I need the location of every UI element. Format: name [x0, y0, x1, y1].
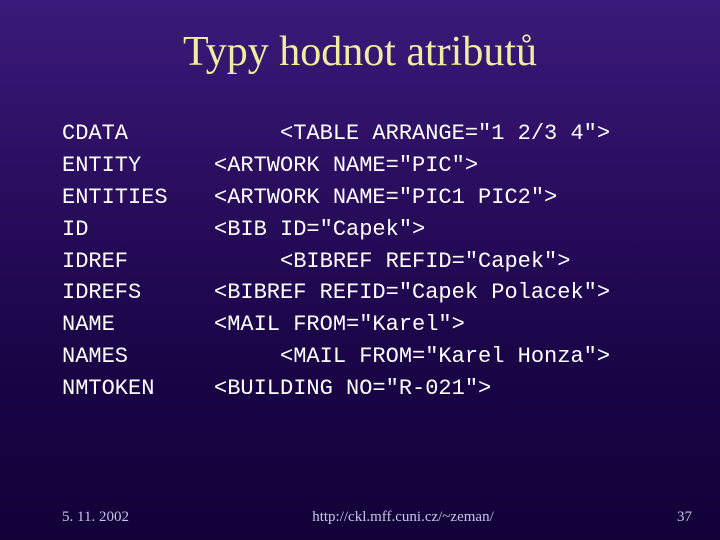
example-text: <BIBREF REFID="Capek Polacek"> [214, 277, 610, 309]
table-row: CDATA <TABLE ARRANGE="1 2/3 4"> [62, 118, 680, 150]
table-row: ENTITY <ARTWORK NAME="PIC"> [62, 150, 680, 182]
term-label: NMTOKEN [62, 373, 214, 405]
table-row: ENTITIES <ARTWORK NAME="PIC1 PIC2"> [62, 182, 680, 214]
example-text: <BUILDING NO="R-021"> [214, 373, 491, 405]
example-text: <ARTWORK NAME="PIC"> [214, 150, 478, 182]
footer: 5. 11. 2002 http://ckl.mff.cuni.cz/~zema… [0, 509, 720, 526]
footer-url: http://ckl.mff.cuni.cz/~zeman/ [129, 509, 677, 526]
term-label: CDATA [62, 118, 214, 150]
term-label: IDREF [62, 246, 214, 278]
term-label: NAME [62, 309, 214, 341]
example-text: <MAIL FROM="Karel"> [214, 309, 465, 341]
example-text: <ARTWORK NAME="PIC1 PIC2"> [214, 182, 557, 214]
example-text: <TABLE ARRANGE="1 2/3 4"> [214, 118, 610, 150]
table-row: NAME <MAIL FROM="Karel"> [62, 309, 680, 341]
term-label: ENTITIES [62, 182, 214, 214]
term-label: IDREFS [62, 277, 214, 309]
slide: Typy hodnot atributů CDATA <TABLE ARRANG… [0, 0, 720, 540]
example-text: <BIBREF REFID="Capek"> [214, 246, 570, 278]
table-row: IDREF <BIBREF REFID="Capek"> [62, 246, 680, 278]
table-row: NMTOKEN <BUILDING NO="R-021"> [62, 373, 680, 405]
footer-date: 5. 11. 2002 [62, 509, 129, 526]
page-title: Typy hodnot atributů [0, 28, 720, 76]
table-row: NAMES <MAIL FROM="Karel Honza"> [62, 341, 680, 373]
term-label: ENTITY [62, 150, 214, 182]
content-block: CDATA <TABLE ARRANGE="1 2/3 4"> ENTITY <… [62, 118, 680, 405]
table-row: ID <BIB ID="Capek"> [62, 214, 680, 246]
example-text: <BIB ID="Capek"> [214, 214, 425, 246]
term-label: ID [62, 214, 214, 246]
example-text: <MAIL FROM="Karel Honza"> [214, 341, 610, 373]
slide-number: 37 [677, 509, 692, 526]
term-label: NAMES [62, 341, 214, 373]
table-row: IDREFS <BIBREF REFID="Capek Polacek"> [62, 277, 680, 309]
